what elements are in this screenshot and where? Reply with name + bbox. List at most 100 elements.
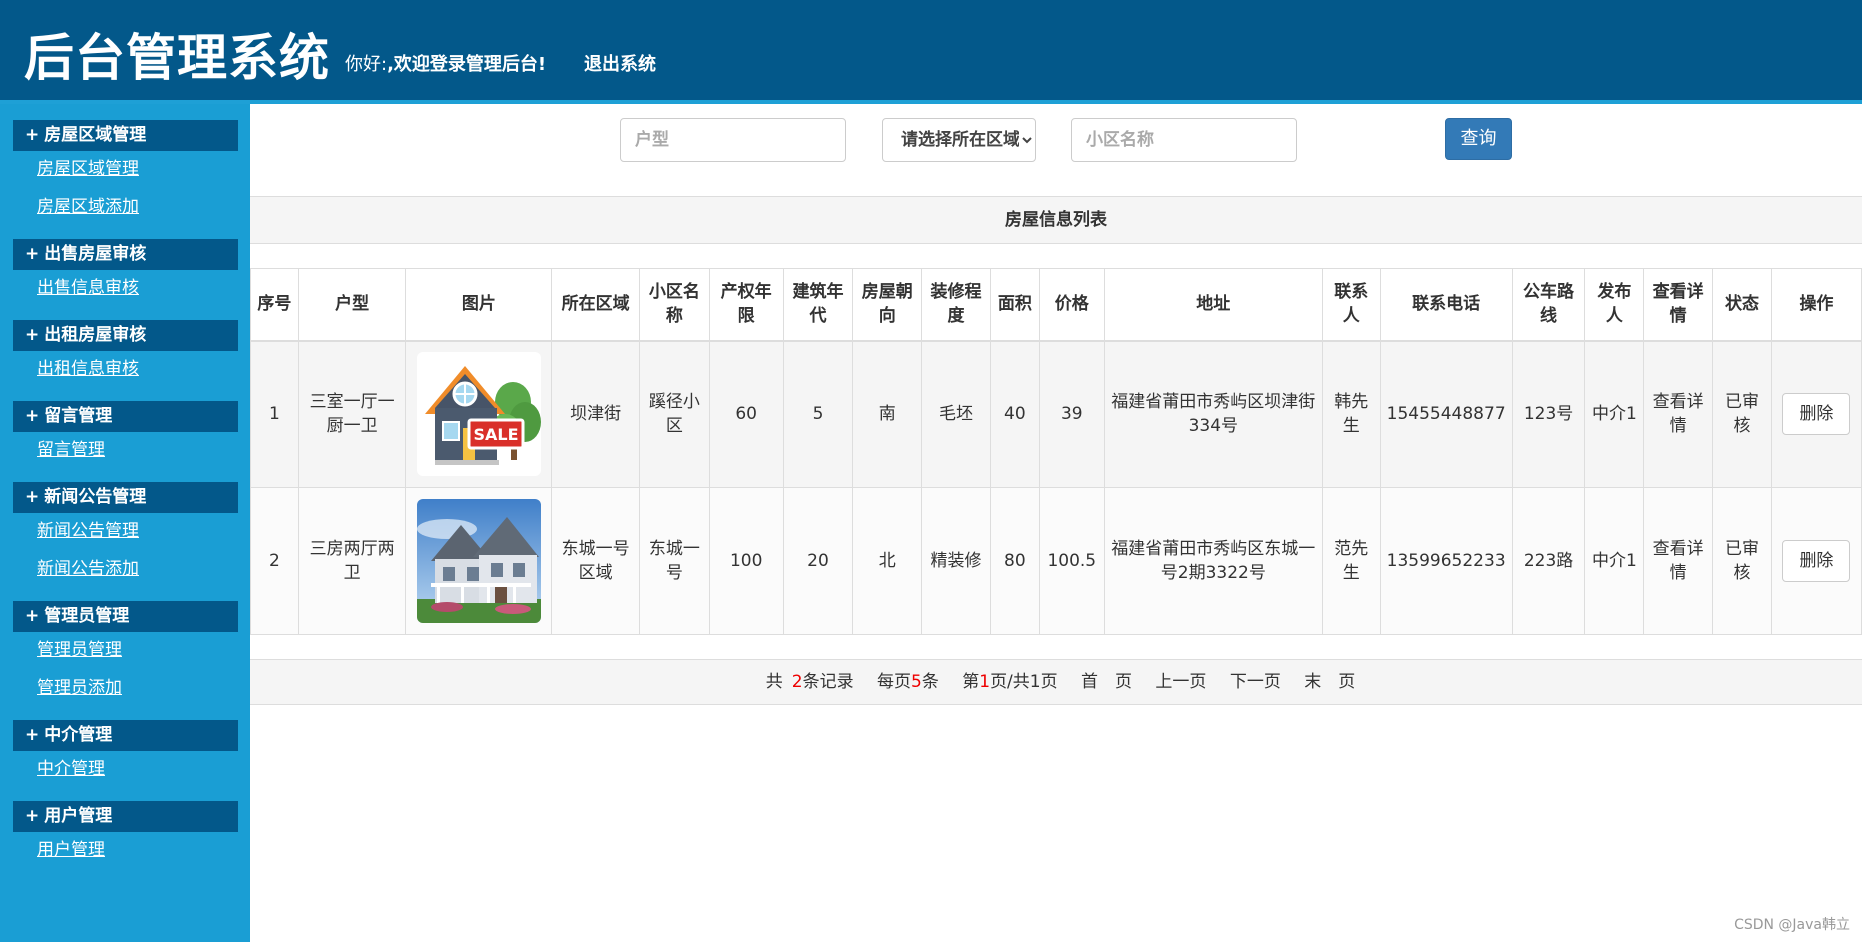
house-photo [416, 499, 541, 623]
sidebar-group: + 用户管理 用户管理 [13, 801, 238, 870]
cell-years: 60 [708, 340, 784, 488]
sidebar-item[interactable]: 管理员添加 [13, 670, 238, 708]
sidebar-group-label: 中介管理 [44, 725, 113, 745]
cell-decor: 毛坯 [921, 340, 991, 488]
cell-facing: 南 [852, 340, 923, 488]
column-header: 房屋朝向 [852, 268, 923, 342]
column-header: 操作 [1770, 268, 1862, 342]
plus-icon: + [25, 125, 40, 145]
sidebar-group-title[interactable]: + 房屋区域管理 [13, 120, 238, 151]
sidebar-group-title[interactable]: + 出售房屋审核 [13, 239, 238, 270]
view-detail-link[interactable]: 查看详情 [1653, 539, 1704, 583]
page-info: 第1页/共1页 [962, 672, 1057, 692]
sidebar-group-title[interactable]: + 留言管理 [13, 401, 238, 432]
cell-bus: 123号 [1511, 340, 1586, 488]
column-header: 户型 [297, 268, 407, 342]
cell-area: 80 [989, 487, 1040, 635]
column-header: 产权年限 [708, 268, 784, 342]
sidebar-group-label: 留言管理 [44, 406, 113, 426]
view-detail-link[interactable]: 查看详情 [1653, 392, 1704, 436]
sidebar-item[interactable]: 管理员管理 [13, 632, 238, 670]
cell-status: 已审核 [1712, 340, 1772, 488]
cell-built: 5 [782, 340, 854, 488]
search-button[interactable]: 查询 [1445, 118, 1512, 160]
sidebar-group-title[interactable]: + 用户管理 [13, 801, 238, 832]
sidebar-item[interactable]: 中介管理 [13, 751, 238, 789]
search-bar: 请选择所在区域 查询 [250, 118, 1862, 162]
greeting: 你好: [345, 54, 388, 75]
sidebar-group-label: 新闻公告管理 [44, 487, 147, 507]
column-header: 联系电话 [1379, 268, 1513, 342]
cell-detail: 查看详情 [1643, 487, 1714, 635]
total-prefix: 共 [765, 672, 783, 692]
plus-icon: + [25, 725, 40, 745]
per-prefix: 每页 [877, 672, 911, 692]
cell-phone: 13599652233 [1379, 487, 1513, 635]
sidebar-group-title[interactable]: + 管理员管理 [13, 601, 238, 632]
cell-address: 福建省莆田市秀屿区坝津街334号 [1103, 340, 1323, 488]
plus-icon: + [25, 244, 40, 264]
sidebar-group: + 中介管理 中介管理 [13, 720, 238, 789]
cell-community: 蹊径小区 [639, 340, 710, 488]
sidebar-group-label: 用户管理 [44, 806, 113, 826]
cell-type: 三房两厅两卫 [297, 487, 407, 635]
region-select[interactable]: 请选择所在区域 [882, 118, 1036, 162]
delete-button[interactable]: 删除 [1782, 393, 1851, 436]
sidebar-item[interactable]: 留言管理 [13, 432, 238, 470]
total-suffix: 条记录 [802, 672, 854, 692]
cell-no: 1 [250, 340, 299, 488]
total-count: 2 [791, 672, 803, 692]
column-header: 联系人 [1321, 268, 1381, 342]
sidebar-group-title[interactable]: + 中介管理 [13, 720, 238, 751]
cell-region: 坝津街 [551, 340, 640, 488]
table-row: 1 三室一厅一厨一卫 SALE 坝津街 蹊径小区 60 5 南 毛坯 40 39… [250, 340, 1862, 488]
sidebar-group: + 留言管理 留言管理 [13, 401, 238, 470]
house-type-input[interactable] [620, 118, 846, 162]
logout-link[interactable]: 退出系统 [584, 50, 656, 76]
sidebar-item[interactable]: 用户管理 [13, 832, 238, 870]
community-name-input[interactable] [1071, 118, 1297, 162]
prev-page-link[interactable]: 上一页 [1155, 672, 1206, 692]
sidebar-item[interactable]: 新闻公告添加 [13, 551, 238, 589]
total-records: 共 2条记录 [757, 672, 854, 692]
column-header: 建筑年代 [782, 268, 854, 342]
sidebar-group-label: 房屋区域管理 [44, 125, 147, 145]
cell-region: 东城一号区域 [551, 487, 640, 635]
sidebar-group-title[interactable]: + 出租房屋审核 [13, 320, 238, 351]
sidebar-group-title[interactable]: + 新闻公告管理 [13, 482, 238, 513]
pagination: 共 2条记录 每页5条 第1页/共1页 首 页 上一页 下一页 末 页 [250, 659, 1862, 705]
current-page: 1 [979, 672, 991, 692]
plus-icon: + [25, 406, 40, 426]
column-header: 装修程度 [921, 268, 991, 342]
sidebar-item[interactable]: 出售信息审核 [13, 270, 238, 308]
first-page-link[interactable]: 首 页 [1081, 672, 1132, 692]
sidebar-item[interactable]: 房屋区域管理 [13, 151, 238, 189]
cell-action: 删除 [1770, 487, 1862, 635]
column-header: 小区名称 [639, 268, 710, 342]
welcome-message: ,欢迎登录管理后台! [387, 54, 547, 75]
cell-contact: 韩先生 [1321, 340, 1381, 488]
next-page-link[interactable]: 下一页 [1230, 672, 1281, 692]
sidebar-item[interactable]: 房屋区域添加 [13, 189, 238, 227]
last-page-link[interactable]: 末 页 [1304, 672, 1355, 692]
cell-no: 2 [250, 487, 299, 635]
plus-icon: + [25, 606, 40, 626]
cell-price: 39 [1038, 340, 1105, 488]
sidebar-group: + 新闻公告管理 新闻公告管理 新闻公告添加 [13, 482, 238, 589]
per-suffix: 条 [921, 672, 939, 692]
cell-community: 东城一号 [639, 487, 710, 635]
sidebar-item[interactable]: 新闻公告管理 [13, 513, 238, 551]
cell-phone: 15455448877 [1379, 340, 1513, 488]
cell-status: 已审核 [1712, 487, 1772, 635]
delete-button[interactable]: 删除 [1782, 540, 1851, 582]
column-header: 所在区域 [551, 268, 640, 342]
cell-built: 20 [782, 487, 854, 635]
column-header: 查看详情 [1643, 268, 1714, 342]
column-header: 地址 [1103, 268, 1323, 342]
sidebar-item[interactable]: 出租信息审核 [13, 351, 238, 389]
sidebar: + 房屋区域管理 房屋区域管理 房屋区域添加 + 出售房屋审核 出售信息审核 + 出租房屋审核出… [0, 104, 250, 942]
per-count: 5 [911, 672, 922, 692]
table-row: 2 三房两厅两卫 东城一号区域 东城一号 100 20 北 精装修 80 100… [250, 487, 1862, 635]
house-sale-icon: SALE [416, 352, 541, 477]
sidebar-group-label: 出租房屋审核 [44, 325, 147, 345]
